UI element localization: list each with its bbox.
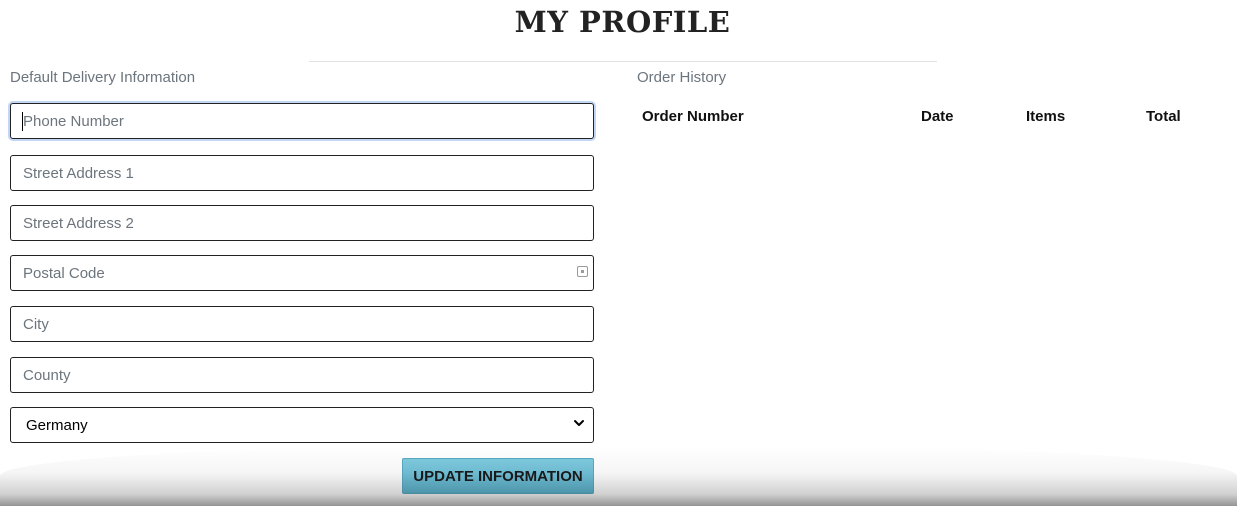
profile-page: MY PROFILE Default Delivery Information … xyxy=(0,0,1237,506)
footer-shadow xyxy=(0,446,1237,506)
street-address-2-input[interactable] xyxy=(10,205,594,241)
column-header-items: Items xyxy=(1026,108,1066,125)
text-cursor xyxy=(22,112,23,131)
phone-number-input[interactable] xyxy=(10,103,594,139)
contact-card-icon[interactable] xyxy=(577,266,588,277)
postal-code-input[interactable] xyxy=(10,255,594,291)
delivery-section-label: Default Delivery Information xyxy=(10,69,196,86)
column-header-date: Date xyxy=(921,108,954,125)
column-header-order-number: Order Number xyxy=(642,108,744,125)
page-title: MY PROFILE xyxy=(514,5,731,39)
order-history-label: Order History xyxy=(637,69,727,86)
country-selected-value: Germany xyxy=(26,417,88,434)
county-input[interactable] xyxy=(10,357,594,393)
column-header-total: Total xyxy=(1146,108,1181,125)
city-input[interactable] xyxy=(10,306,594,342)
street-address-1-input[interactable] xyxy=(10,155,594,191)
title-divider xyxy=(309,61,937,62)
country-select[interactable]: Germany xyxy=(10,407,594,443)
update-information-button[interactable]: UPDATE INFORMATION xyxy=(402,458,594,494)
chevron-down-icon xyxy=(574,420,584,426)
